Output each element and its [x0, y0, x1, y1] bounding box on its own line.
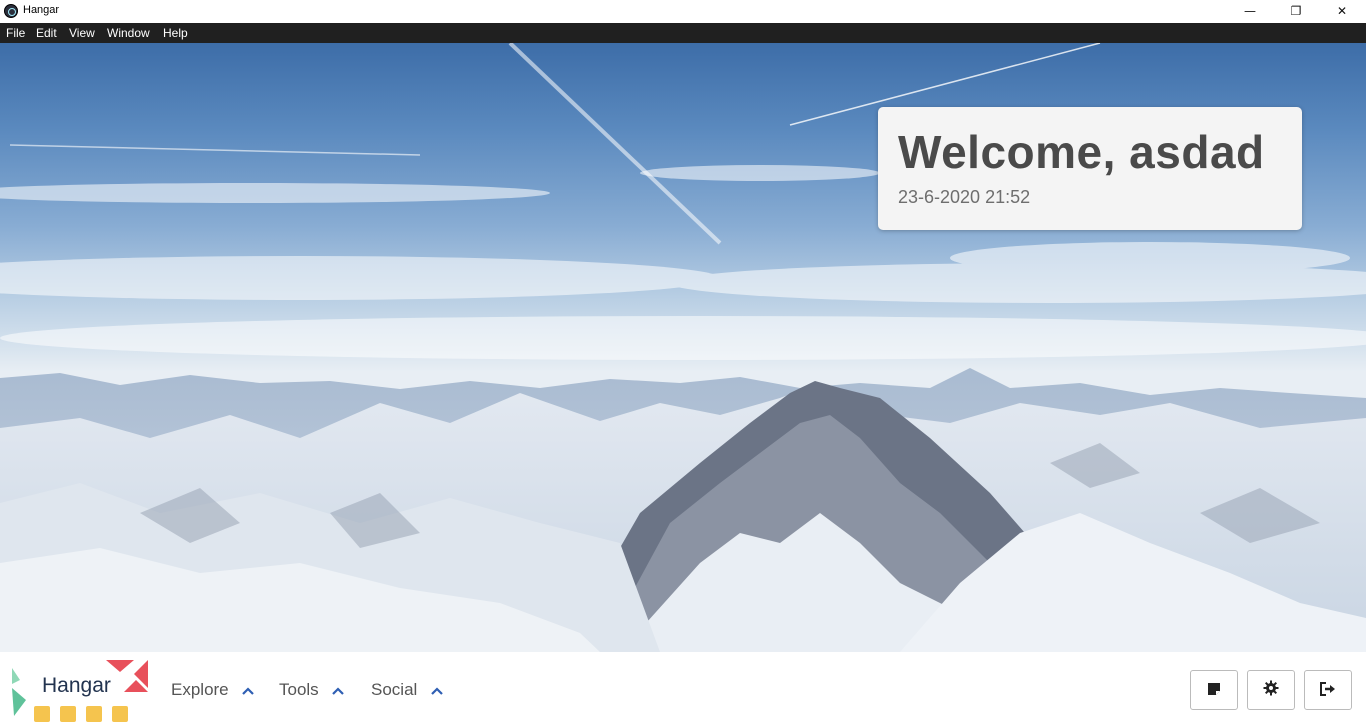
chevron-up-icon — [430, 681, 444, 701]
settings-button[interactable] — [1247, 670, 1295, 710]
logout-button[interactable] — [1304, 670, 1352, 710]
menu-window[interactable]: Window — [107, 26, 150, 40]
hangar-logo[interactable]: Hangar — [10, 660, 150, 722]
nav-explore-label: Explore — [171, 680, 229, 699]
current-datetime: 23-6-2020 21:52 — [898, 187, 1031, 207]
logo-text: Hangar — [42, 674, 111, 697]
logout-icon — [1320, 681, 1336, 700]
bottom-navigation-bar: Hangar Explore Tools Social — [0, 652, 1366, 722]
welcome-heading: Welcome, asdad — [898, 126, 1265, 178]
window-title: Hangar — [23, 4, 60, 16]
menu-help[interactable]: Help — [163, 26, 188, 40]
nav-tools[interactable]: Tools — [279, 680, 345, 701]
gear-icon — [1263, 680, 1279, 700]
nav-social[interactable]: Social — [371, 680, 444, 701]
note-icon — [1207, 681, 1221, 700]
chevron-up-icon — [241, 681, 255, 701]
app-icon — [4, 4, 18, 18]
nav-social-label: Social — [371, 680, 418, 699]
close-button[interactable]: ✕ — [1319, 0, 1365, 23]
window-titlebar: Hangar — ❐ ✕ — [0, 0, 1366, 23]
minimize-button[interactable]: — — [1227, 0, 1273, 23]
menu-edit[interactable]: Edit — [36, 26, 57, 40]
maximize-button[interactable]: ❐ — [1273, 0, 1319, 23]
menu-file[interactable]: File — [6, 26, 25, 40]
menu-bar: File Edit View Window Help — [0, 23, 1366, 43]
notes-button[interactable] — [1190, 670, 1238, 710]
nav-explore[interactable]: Explore — [171, 680, 255, 701]
welcome-card: Welcome, asdad 23-6-2020 21:52 — [878, 107, 1302, 230]
menu-view[interactable]: View — [69, 26, 95, 40]
chevron-up-icon — [331, 681, 345, 701]
nav-tools-label: Tools — [279, 680, 319, 699]
